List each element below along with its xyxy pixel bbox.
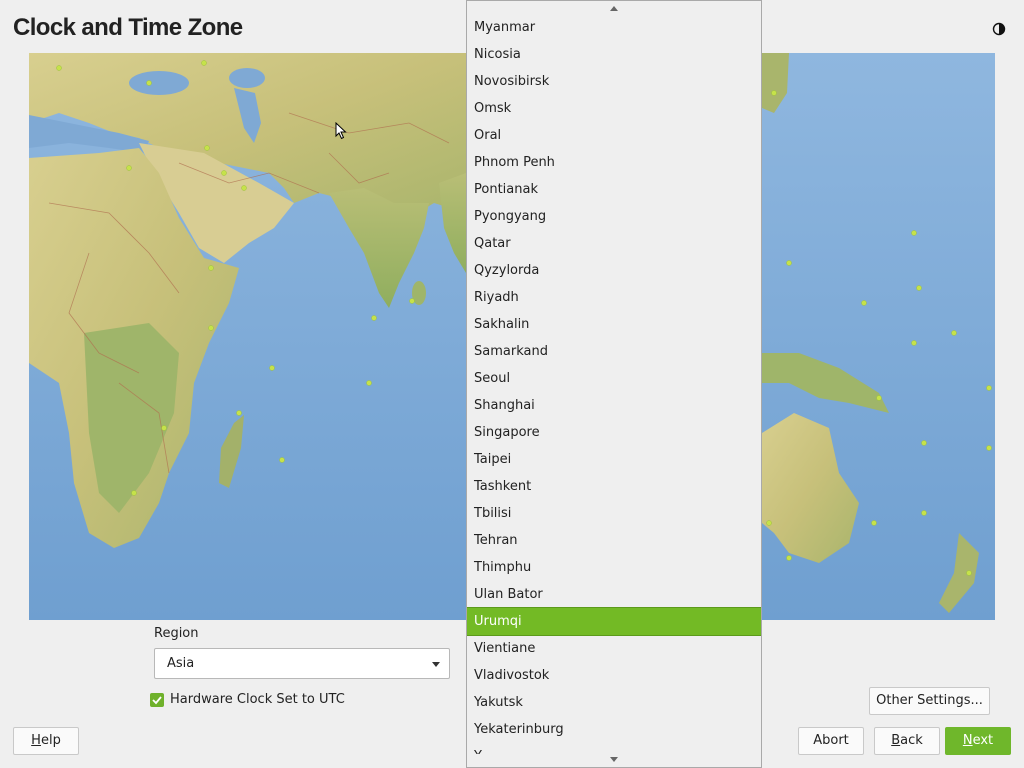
region-select-value: Asia — [167, 656, 195, 671]
half-moon-icon[interactable] — [992, 22, 1006, 36]
timezone-list-item[interactable]: Tashkent — [467, 473, 761, 500]
timezone-list[interactable]: Myanmar Nicosia Novosibirsk Omsk Oral Phnom P… — [467, 14, 761, 754]
help-button[interactable]: Help — [13, 727, 79, 755]
timezone-list-item[interactable]: Urumqi — [467, 607, 761, 636]
timezone-list-item[interactable]: Riyadh — [467, 284, 761, 311]
timezone-list-item[interactable]: Taipei — [467, 446, 761, 473]
page-title: Clock and Time Zone — [13, 14, 243, 41]
checkmark-icon — [152, 696, 162, 705]
timezone-list-item[interactable]: Pyongyang — [467, 203, 761, 230]
timezone-list-item[interactable]: Vientiane — [467, 635, 761, 662]
timezone-list-item[interactable]: Singapore — [467, 419, 761, 446]
black-sea — [129, 71, 189, 95]
timezone-list-item[interactable]: Pontianak — [467, 176, 761, 203]
timezone-list-item[interactable]: Yekaterinburg — [467, 716, 761, 743]
back-button[interactable]: Back — [874, 727, 940, 755]
timezone-list-item[interactable]: Shanghai — [467, 392, 761, 419]
other-settings-button[interactable]: Other Settings... — [869, 687, 990, 715]
timezone-list-item[interactable]: Seoul — [467, 365, 761, 392]
mouse-pointer-icon — [335, 122, 347, 140]
timezone-list-item[interactable]: Oral — [467, 122, 761, 149]
timezone-list-item[interactable]: Thimphu — [467, 554, 761, 581]
timezone-list-item[interactable]: Tehran — [467, 527, 761, 554]
timezone-list-item[interactable]: Phnom Penh — [467, 149, 761, 176]
timezone-list-item[interactable]: Ulan Bator — [467, 581, 761, 608]
timezone-list-item[interactable]: Sakhalin — [467, 311, 761, 338]
timezone-list-item[interactable]: Novosibirsk — [467, 68, 761, 95]
timezone-dropdown-list[interactable]: Myanmar Nicosia Novosibirsk Omsk Oral Phnom P… — [466, 0, 762, 768]
timezone-list-item[interactable]: Y — [467, 743, 761, 754]
region-label: Region — [154, 626, 199, 641]
timezone-list-item[interactable]: Nicosia — [467, 41, 761, 68]
timezone-list-item[interactable]: Omsk — [467, 95, 761, 122]
timezone-list-item[interactable]: Vladivostok — [467, 662, 761, 689]
timezone-list-item[interactable]: Yakutsk — [467, 689, 761, 716]
abort-button[interactable]: Abort — [798, 727, 864, 755]
hardware-clock-utc-checkbox[interactable] — [150, 693, 164, 707]
chevron-down-icon — [432, 662, 440, 667]
hardware-clock-utc-label: Hardware Clock Set to UTC — [170, 692, 345, 707]
timezone-list-item[interactable]: Qatar — [467, 230, 761, 257]
chevron-down-icon[interactable] — [610, 757, 618, 762]
next-button[interactable]: Next — [945, 727, 1011, 755]
timezone-list-item[interactable]: Tbilisi — [467, 500, 761, 527]
timezone-list-item[interactable]: Myanmar — [467, 14, 761, 41]
timezone-list-item[interactable]: Qyzylorda — [467, 257, 761, 284]
chevron-up-icon[interactable] — [610, 6, 618, 11]
timezone-list-item[interactable]: Samarkand — [467, 338, 761, 365]
region-select[interactable]: Asia — [154, 648, 450, 679]
